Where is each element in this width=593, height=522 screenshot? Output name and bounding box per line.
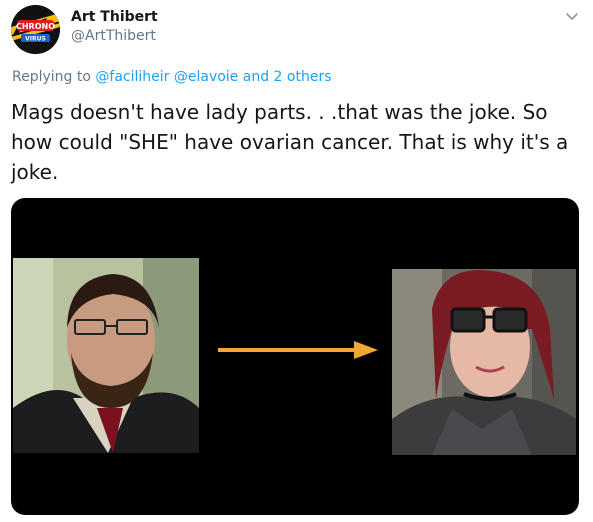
tweet-card: CHRONO VIRUS Art Thibert @ArtThibert Rep… xyxy=(0,0,593,522)
media-image[interactable] xyxy=(11,198,579,515)
display-name[interactable]: Art Thibert xyxy=(71,9,158,25)
tweet-text: Mags doesn't have lady parts. . .that wa… xyxy=(11,100,569,184)
svg-text:VIRUS: VIRUS xyxy=(25,36,46,43)
replying-prefix: Replying to xyxy=(12,69,91,85)
right-arrow-icon xyxy=(218,339,380,365)
mention-link[interactable]: @faciliheir xyxy=(95,69,169,85)
others-link[interactable]: and 2 others xyxy=(243,69,332,85)
svg-text:CHRONO: CHRONO xyxy=(16,22,55,31)
chevron-down-icon xyxy=(566,13,578,20)
handle[interactable]: @ArtThibert xyxy=(71,28,156,44)
before-photo xyxy=(13,258,199,453)
chrono-logo: CHRONO VIRUS xyxy=(11,5,60,54)
more-options-button[interactable] xyxy=(562,6,582,26)
after-photo xyxy=(392,269,576,455)
avatar[interactable]: CHRONO VIRUS xyxy=(11,5,60,54)
mention-link[interactable]: @elavoie xyxy=(174,69,238,85)
replying-to: Replying to @faciliheir @elavoie and 2 o… xyxy=(12,69,332,85)
